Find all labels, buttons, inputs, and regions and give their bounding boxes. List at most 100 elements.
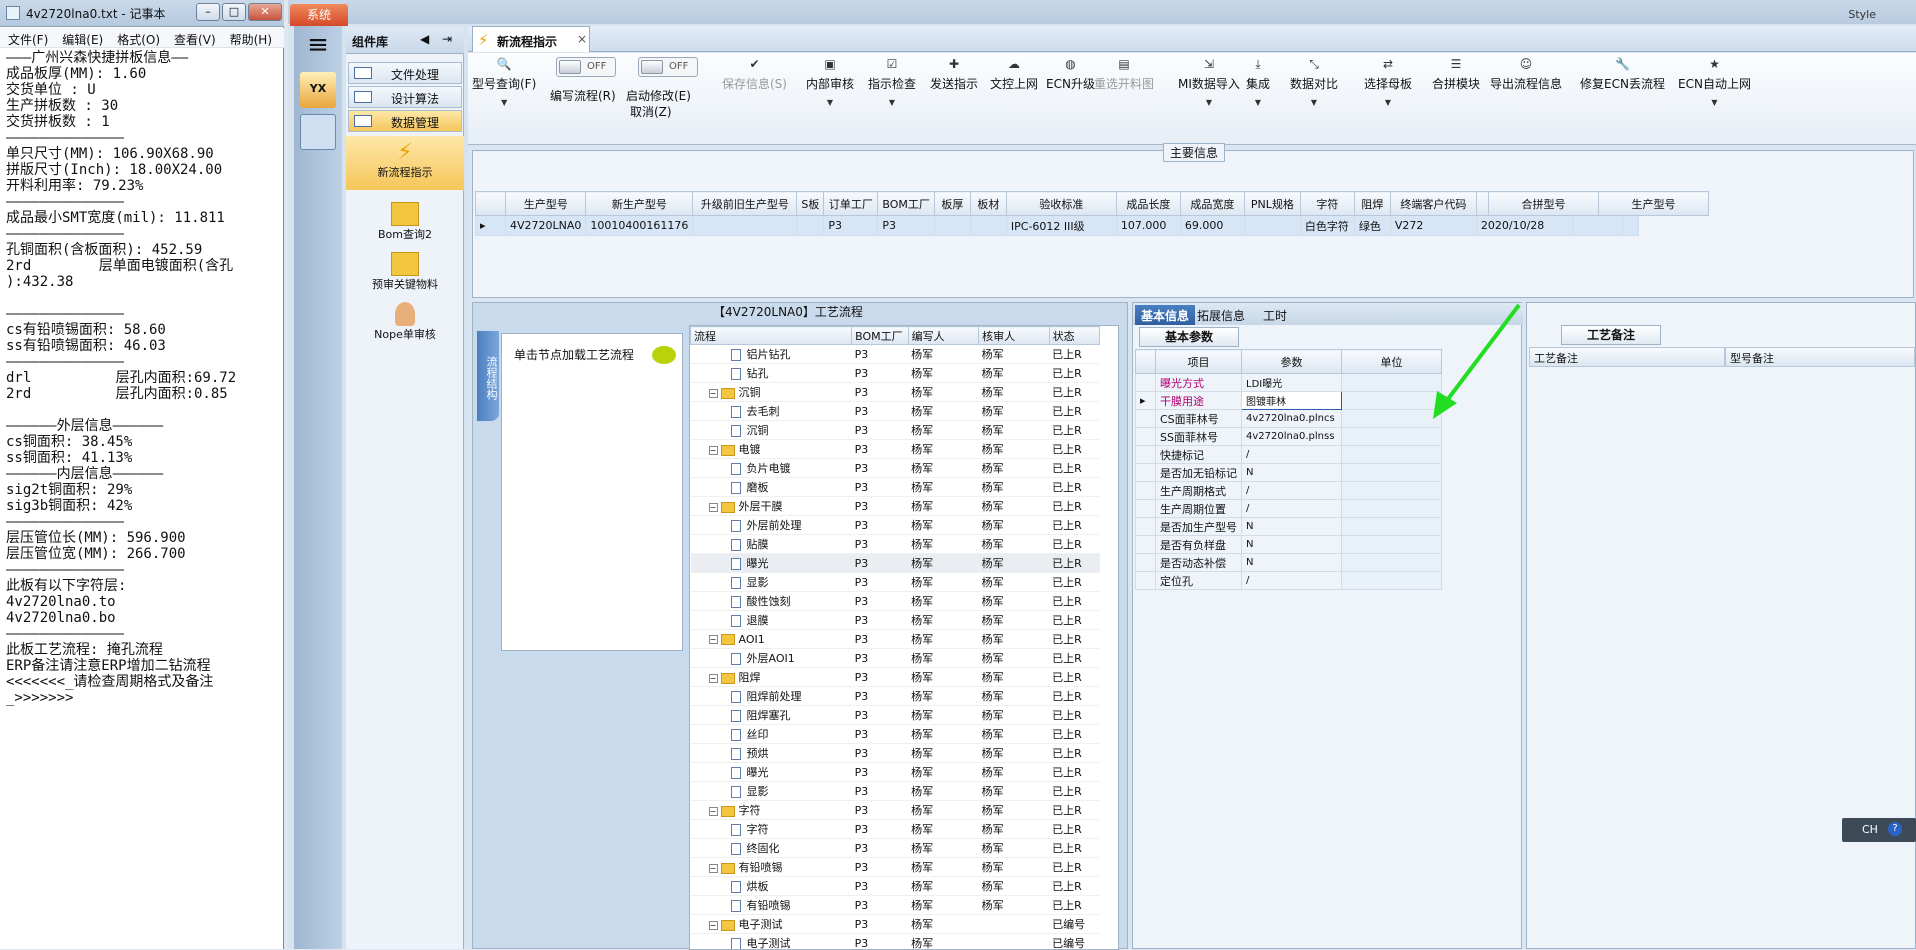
select-mother-board-button[interactable]: ⇄选择母板▼ bbox=[1364, 57, 1412, 107]
main-info-header[interactable]: 板厚 bbox=[934, 192, 970, 216]
flow-row[interactable]: 阻焊塞孔P3杨军杨军已上R bbox=[691, 706, 1100, 725]
row-indicator[interactable] bbox=[1136, 500, 1156, 518]
main-info-cell[interactable]: 69.000 bbox=[1180, 216, 1244, 236]
collapse-icon[interactable]: − bbox=[709, 807, 718, 816]
model-query-button[interactable]: 🔍型号查询(F)▼ bbox=[472, 57, 536, 107]
tab-close-icon[interactable]: × bbox=[577, 32, 587, 46]
check-instruction-button[interactable]: ☑指示检查▼ bbox=[868, 57, 916, 107]
collapse-icon[interactable]: − bbox=[709, 921, 718, 930]
param-unit[interactable] bbox=[1342, 482, 1442, 500]
param-row[interactable]: 快捷标记/ bbox=[1136, 446, 1442, 464]
collapse-left-icon[interactable]: ◀ bbox=[420, 32, 429, 46]
collapse-icon[interactable]: − bbox=[709, 674, 718, 683]
main-info-cell[interactable] bbox=[797, 216, 824, 236]
main-info-cell[interactable] bbox=[693, 216, 797, 236]
flow-name-cell[interactable]: 钻孔 bbox=[691, 364, 852, 383]
main-info-header[interactable]: PNL规格 bbox=[1244, 192, 1300, 216]
main-info-header[interactable]: BOM工厂 bbox=[878, 192, 935, 216]
flow-name-cell[interactable]: 电子测试 bbox=[691, 934, 852, 950]
flow-row[interactable]: 有铅喷锡P3杨军杨军已上R bbox=[691, 896, 1100, 915]
row-indicator[interactable] bbox=[1136, 518, 1156, 536]
param-unit[interactable] bbox=[1342, 536, 1442, 554]
main-info-cell[interactable] bbox=[1572, 216, 1622, 236]
collapse-icon[interactable]: − bbox=[709, 635, 718, 644]
row-indicator[interactable] bbox=[1136, 554, 1156, 572]
flow-row[interactable]: 烘板P3杨军杨军已上R bbox=[691, 877, 1100, 896]
flow-row[interactable]: 铝片钻孔P3杨军杨军已上R bbox=[691, 345, 1100, 364]
main-info-cell[interactable]: 10010400161176 bbox=[586, 216, 693, 236]
flow-name-cell[interactable]: −电镀 bbox=[691, 440, 852, 459]
menu-file[interactable]: 文件(F) bbox=[0, 28, 54, 48]
pin-icon[interactable]: ⇥ bbox=[442, 32, 452, 46]
flow-name-cell[interactable]: 去毛刺 bbox=[691, 402, 852, 421]
main-info-cell[interactable]: 绿色 bbox=[1354, 216, 1390, 236]
flow-row[interactable]: −电镀P3杨军杨军已上R bbox=[691, 440, 1100, 459]
send-instruction-button[interactable]: ✚发送指示 bbox=[930, 57, 978, 92]
main-info-header[interactable]: 验收标准 bbox=[1006, 192, 1116, 216]
save-info-button[interactable]: ✔保存信息(S) bbox=[722, 57, 787, 92]
flow-row[interactable]: 去毛刺P3杨军杨军已上R bbox=[691, 402, 1100, 421]
system-menu-button[interactable]: 系统 bbox=[290, 4, 348, 26]
row-indicator[interactable] bbox=[1136, 482, 1156, 500]
param-row[interactable]: 是否动态补偿N bbox=[1136, 554, 1442, 572]
tool-nope-review[interactable]: Nope单审核 bbox=[346, 302, 464, 342]
flow-row[interactable]: 曝光P3杨军杨军已上R bbox=[691, 763, 1100, 782]
flow-name-cell[interactable]: 退膜 bbox=[691, 611, 852, 630]
flow-name-cell[interactable]: 阻焊前处理 bbox=[691, 687, 852, 706]
flow-name-cell[interactable]: 铝片钻孔 bbox=[691, 345, 852, 364]
flow-name-cell[interactable]: 外层AOI1 bbox=[691, 649, 852, 668]
param-row[interactable]: 生产周期格式/ bbox=[1136, 482, 1442, 500]
flow-row[interactable]: 酸性蚀刻P3杨军杨军已上R bbox=[691, 592, 1100, 611]
tool-bom-query[interactable]: Bom查询2 bbox=[346, 202, 464, 242]
flow-header[interactable]: 流程 bbox=[691, 327, 852, 345]
flow-row[interactable]: −沉铜P3杨军杨军已上R bbox=[691, 383, 1100, 402]
param-unit[interactable] bbox=[1342, 464, 1442, 482]
param-row[interactable]: 是否加生产型号N bbox=[1136, 518, 1442, 536]
flow-name-cell[interactable]: 磨板 bbox=[691, 478, 852, 497]
flow-row[interactable]: 负片电镀P3杨军杨军已上R bbox=[691, 459, 1100, 478]
tool-prereview-material[interactable]: 预审关键物料 bbox=[346, 252, 464, 292]
export-flow-button[interactable]: ☺导出流程信息 bbox=[1490, 57, 1562, 92]
main-info-header[interactable]: 新生产型号 bbox=[586, 192, 693, 216]
row-indicator[interactable]: ▸ bbox=[1136, 392, 1156, 410]
write-flow-toggle[interactable]: OFF bbox=[556, 57, 616, 77]
flow-name-cell[interactable]: 丝印 bbox=[691, 725, 852, 744]
calculator-icon[interactable] bbox=[300, 114, 336, 150]
basic-param-tab[interactable]: 基本参数 bbox=[1139, 327, 1239, 347]
flow-header[interactable]: 状态 bbox=[1049, 327, 1099, 345]
flow-row[interactable]: −外层干膜P3杨军杨军已上R bbox=[691, 497, 1100, 516]
flow-name-cell[interactable]: −外层干膜 bbox=[691, 497, 852, 516]
main-info-cell[interactable] bbox=[934, 216, 970, 236]
flow-name-cell[interactable]: 阻焊塞孔 bbox=[691, 706, 852, 725]
param-value[interactable]: 图镀菲林 bbox=[1242, 392, 1342, 410]
mi-import-button[interactable]: ⇲MI数据导入▼ bbox=[1178, 57, 1240, 107]
param-unit[interactable] bbox=[1342, 500, 1442, 518]
component-data-management[interactable]: 数据管理 bbox=[348, 110, 462, 132]
row-indicator[interactable] bbox=[1136, 446, 1156, 464]
flow-row[interactable]: 曝光P3杨军杨军已上R bbox=[691, 554, 1100, 573]
param-value[interactable]: LDI曝光 bbox=[1242, 374, 1342, 392]
main-info-cell[interactable] bbox=[970, 216, 1006, 236]
flow-row[interactable]: −阻焊P3杨军杨军已上R bbox=[691, 668, 1100, 687]
flow-row[interactable]: 显影P3杨军杨军已上R bbox=[691, 782, 1100, 801]
collapse-icon[interactable]: − bbox=[709, 389, 718, 398]
collapse-icon[interactable]: − bbox=[709, 503, 718, 512]
main-info-cell[interactable]: 107.000 bbox=[1116, 216, 1180, 236]
flow-name-cell[interactable]: 贴膜 bbox=[691, 535, 852, 554]
param-value[interactable]: N bbox=[1242, 518, 1342, 536]
param-value[interactable]: / bbox=[1242, 446, 1342, 464]
flow-name-cell[interactable]: 外层前处理 bbox=[691, 516, 852, 535]
flow-name-cell[interactable]: −有铅喷锡 bbox=[691, 858, 852, 877]
param-unit[interactable] bbox=[1342, 518, 1442, 536]
row-indicator[interactable] bbox=[1136, 536, 1156, 554]
param-value[interactable]: / bbox=[1242, 500, 1342, 518]
tool-new-flow[interactable]: ⚡新流程指示 bbox=[346, 136, 464, 190]
flow-name-cell[interactable]: 负片电镀 bbox=[691, 459, 852, 478]
flow-name-cell[interactable]: 烘板 bbox=[691, 877, 852, 896]
main-info-header[interactable]: 板材 bbox=[970, 192, 1006, 216]
flow-row[interactable]: 钻孔P3杨军杨军已上R bbox=[691, 364, 1100, 383]
integrate-button[interactable]: ⤓集成▼ bbox=[1246, 57, 1270, 107]
flow-name-cell[interactable]: 终固化 bbox=[691, 839, 852, 858]
flow-name-cell[interactable]: 沉铜 bbox=[691, 421, 852, 440]
flow-row[interactable]: −AOI1P3杨军杨军已上R bbox=[691, 630, 1100, 649]
